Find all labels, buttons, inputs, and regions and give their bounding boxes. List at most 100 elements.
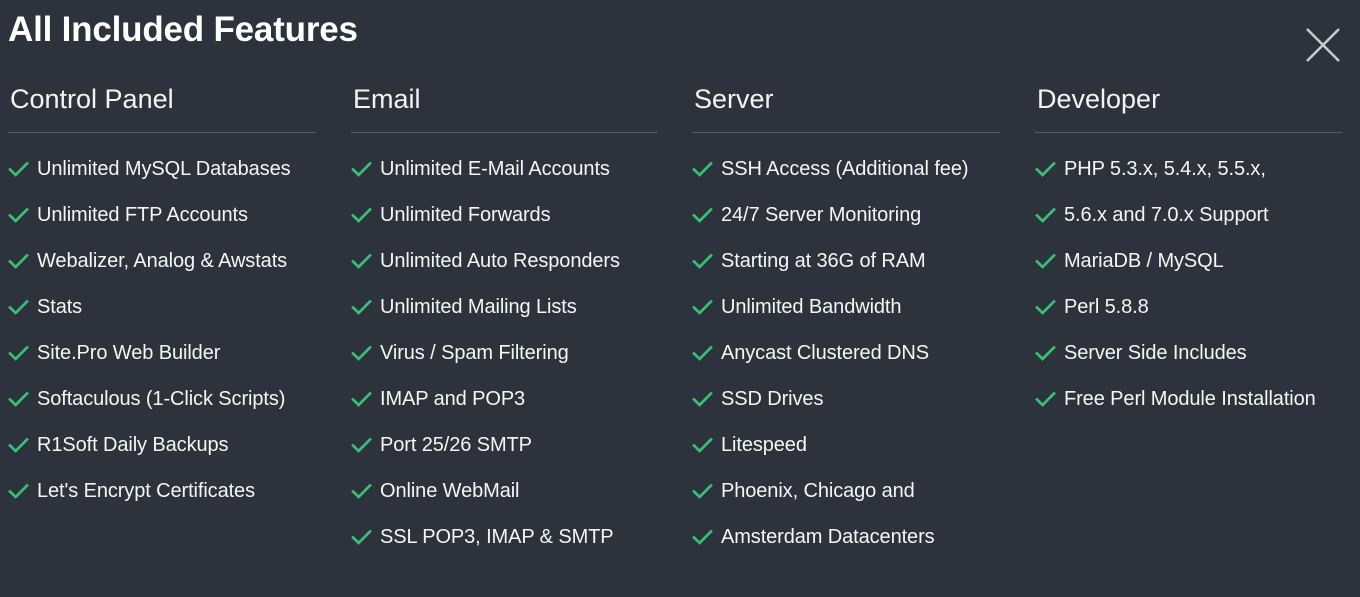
list-item-label: IMAP and POP3 <box>380 388 526 410</box>
feature-column-server: Server SSH Access (Additional fee) 24/7 … <box>680 82 1020 571</box>
list-item-label: Free Perl Module Installation <box>1064 388 1316 410</box>
check-icon <box>692 342 713 364</box>
list-item: Unlimited FTP Accounts <box>8 203 318 249</box>
check-icon <box>1035 204 1056 226</box>
check-icon <box>8 250 29 272</box>
list-item: Virus / Spam Filtering <box>351 341 658 387</box>
check-icon <box>351 342 372 364</box>
list-item: 24/7 Server Monitoring <box>692 203 998 249</box>
list-item: MariaDB / MySQL <box>1035 249 1338 295</box>
list-item-label: Unlimited Mailing Lists <box>380 296 577 318</box>
list-item: Stats <box>8 295 318 341</box>
check-icon <box>351 434 372 456</box>
feature-column-control-panel: Control Panel Unlimited MySQL Databases … <box>0 82 340 571</box>
list-item-label: Unlimited FTP Accounts <box>37 204 248 226</box>
list-item-label: SSL POP3, IMAP & SMTP <box>380 526 614 548</box>
check-icon <box>8 434 29 456</box>
list-item: Anycast Clustered DNS <box>692 341 998 387</box>
check-icon <box>1035 342 1056 364</box>
check-icon <box>692 296 713 318</box>
list-item: Site.Pro Web Builder <box>8 341 318 387</box>
list-item: Free Perl Module Installation <box>1035 387 1338 433</box>
feature-list-developer: PHP 5.3.x, 5.4.x, 5.5.x, 5.6.x and 7.0.x… <box>1035 133 1338 433</box>
list-item-label: Unlimited Auto Responders <box>380 250 620 272</box>
check-icon <box>8 342 29 364</box>
check-icon <box>692 158 713 180</box>
list-item-label: Litespeed <box>721 434 807 456</box>
check-icon <box>8 480 29 502</box>
list-item-label: SSH Access (Additional fee) <box>721 158 969 180</box>
all-included-features-modal: All Included Features Control Panel Unli… <box>0 0 1360 597</box>
list-item-label: Unlimited E-Mail Accounts <box>380 158 610 180</box>
list-item-label: Softaculous (1-Click Scripts) <box>37 388 286 410</box>
list-item-label: Starting at 36G of RAM <box>721 250 926 272</box>
list-item: Softaculous (1-Click Scripts) <box>8 387 318 433</box>
list-item: Phoenix, Chicago and <box>692 479 998 525</box>
check-icon <box>692 250 713 272</box>
list-item: Let's Encrypt Certificates <box>8 479 318 525</box>
list-item-label: 24/7 Server Monitoring <box>721 204 922 226</box>
list-item: 5.6.x and 7.0.x Support <box>1035 203 1338 249</box>
list-item: Litespeed <box>692 433 998 479</box>
list-item-label: Virus / Spam Filtering <box>380 342 569 364</box>
feature-columns: Control Panel Unlimited MySQL Databases … <box>0 82 1360 571</box>
list-item: Unlimited Forwards <box>351 203 658 249</box>
check-icon <box>1035 388 1056 410</box>
list-item-label: Online WebMail <box>380 480 520 502</box>
list-item-label: Let's Encrypt Certificates <box>37 480 255 502</box>
list-item-label: Phoenix, Chicago and <box>721 480 915 502</box>
feature-list-email: Unlimited E-Mail Accounts Unlimited Forw… <box>351 133 658 571</box>
list-item: R1Soft Daily Backups <box>8 433 318 479</box>
column-header-email: Email <box>353 84 421 114</box>
check-icon <box>351 158 372 180</box>
check-icon <box>1035 296 1056 318</box>
column-header-control-panel: Control Panel <box>10 84 174 114</box>
list-item: Unlimited MySQL Databases <box>8 157 318 203</box>
feature-list-server: SSH Access (Additional fee) 24/7 Server … <box>692 133 998 571</box>
column-header-developer: Developer <box>1037 84 1161 114</box>
list-item: Perl 5.8.8 <box>1035 295 1338 341</box>
feature-column-email: Email Unlimited E-Mail Accounts Unlimite… <box>340 82 680 571</box>
list-item-label: R1Soft Daily Backups <box>37 434 229 456</box>
check-icon <box>351 526 372 548</box>
check-icon <box>1035 250 1056 272</box>
list-item-label: Unlimited Bandwidth <box>721 296 902 318</box>
list-item-label: Port 25/26 SMTP <box>380 434 532 456</box>
list-item: Port 25/26 SMTP <box>351 433 658 479</box>
list-item-label: Site.Pro Web Builder <box>37 342 221 364</box>
check-icon <box>8 204 29 226</box>
list-item-label: Server Side Includes <box>1064 342 1247 364</box>
check-icon <box>351 388 372 410</box>
close-button[interactable] <box>1302 24 1344 66</box>
list-item: PHP 5.3.x, 5.4.x, 5.5.x, <box>1035 157 1338 203</box>
check-icon <box>692 204 713 226</box>
close-icon <box>1302 24 1344 66</box>
check-icon <box>8 296 29 318</box>
list-item-label: Stats <box>37 296 83 318</box>
check-icon <box>351 296 372 318</box>
list-item-label: Perl 5.8.8 <box>1064 296 1149 318</box>
column-header-server: Server <box>694 84 774 114</box>
feature-column-developer: Developer PHP 5.3.x, 5.4.x, 5.5.x, 5.6.x… <box>1020 82 1360 571</box>
list-item-label: Webalizer, Analog & Awstats <box>37 250 288 272</box>
list-item: SSH Access (Additional fee) <box>692 157 998 203</box>
check-icon <box>692 480 713 502</box>
check-icon <box>351 480 372 502</box>
list-item-label: Unlimited MySQL Databases <box>37 158 291 180</box>
list-item: Starting at 36G of RAM <box>692 249 998 295</box>
list-item-label: 5.6.x and 7.0.x Support <box>1064 204 1269 226</box>
check-icon <box>692 526 713 548</box>
list-item: Webalizer, Analog & Awstats <box>8 249 318 295</box>
check-icon <box>351 204 372 226</box>
list-item: Amsterdam Datacenters <box>692 525 998 571</box>
feature-list-control-panel: Unlimited MySQL Databases Unlimited FTP … <box>8 133 318 525</box>
list-item: SSL POP3, IMAP & SMTP <box>351 525 658 571</box>
list-item: Online WebMail <box>351 479 658 525</box>
check-icon <box>8 158 29 180</box>
check-icon <box>692 388 713 410</box>
check-icon <box>351 250 372 272</box>
list-item-label: Unlimited Forwards <box>380 204 551 226</box>
list-item-label: SSD Drives <box>721 388 824 410</box>
list-item-label: Amsterdam Datacenters <box>721 526 935 548</box>
list-item: Server Side Includes <box>1035 341 1338 387</box>
